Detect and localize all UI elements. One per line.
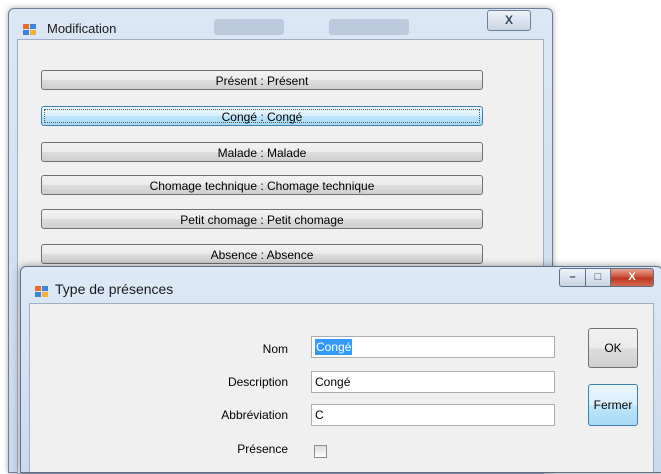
nom-label: Nom: [262, 342, 288, 356]
blurred-title-text: [329, 19, 409, 35]
modification-title: Modification: [47, 21, 117, 36]
nom-value: Congé: [315, 339, 353, 355]
option-button-petit-chomage[interactable]: Petit chomage : Petit chomage: [41, 209, 483, 229]
minimize-button[interactable]: –: [559, 268, 586, 287]
nom-input[interactable]: Congé: [311, 336, 555, 358]
modification-titlebar[interactable]: Modification X: [9, 9, 552, 41]
abbreviation-label: Abbréviation: [221, 408, 288, 422]
option-button-malade[interactable]: Malade : Malade: [41, 142, 483, 162]
presence-checkbox[interactable]: [314, 445, 327, 458]
app-icon: [35, 286, 49, 298]
option-button-conge[interactable]: Congé : Congé: [41, 106, 483, 126]
close-button[interactable]: X: [611, 268, 654, 287]
close-button[interactable]: X: [487, 10, 531, 31]
type-window-title: Type de présences: [55, 281, 174, 297]
maximize-button[interactable]: □: [586, 268, 611, 287]
description-label: Description: [227, 375, 288, 389]
presence-label: Présence: [237, 442, 288, 456]
app-icon: [23, 24, 37, 36]
ok-button[interactable]: OK: [588, 328, 638, 368]
fermer-button[interactable]: Fermer: [588, 384, 638, 426]
description-input[interactable]: Congé: [311, 371, 555, 393]
option-button-absence[interactable]: Absence : Absence: [41, 244, 483, 264]
option-button-present[interactable]: Présent : Présent: [41, 70, 483, 90]
option-button-chomage-technique[interactable]: Chomage technique : Chomage technique: [41, 175, 483, 195]
caption-buttons: – □ X: [559, 268, 654, 287]
blurred-title-text: [214, 19, 284, 35]
abbreviation-input[interactable]: C: [311, 404, 555, 426]
type-window-client-area: Nom Congé Description Congé Abbréviation…: [29, 303, 654, 472]
option-button-label: Congé : Congé: [44, 109, 480, 124]
type-de-presences-window: Type de présences – □ X Nom Congé Descri…: [20, 266, 661, 473]
